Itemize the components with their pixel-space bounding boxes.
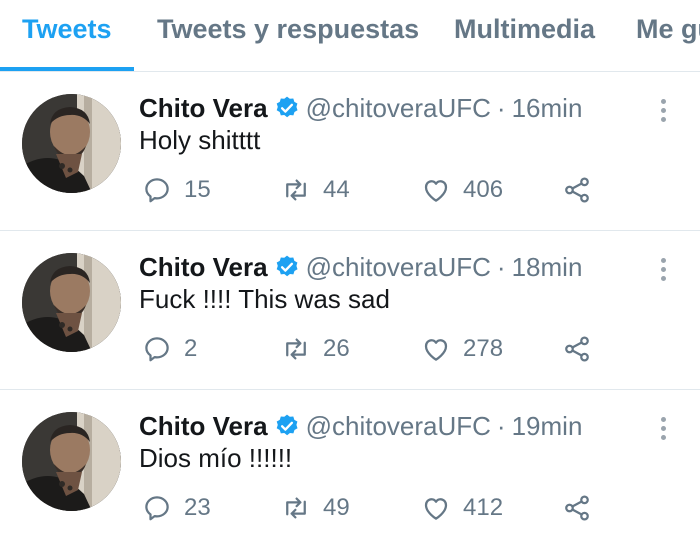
like-button[interactable]: 406 (421, 172, 503, 208)
timestamp[interactable]: 18min (512, 252, 583, 283)
retweet-button[interactable]: 49 (281, 490, 350, 526)
tab-likes[interactable]: Me gusta (636, 14, 700, 45)
share-icon (565, 177, 589, 203)
avatar-image (22, 94, 121, 193)
reply-button[interactable]: 2 (142, 331, 197, 367)
avatar[interactable] (22, 94, 121, 193)
tweet-text: Fuck !!!! This was sad (139, 284, 390, 314)
share-icon (565, 495, 589, 521)
share-button[interactable] (562, 172, 592, 208)
separator-dot: · (496, 410, 506, 441)
reply-icon (145, 496, 169, 521)
tweet-text: Holy shitttt (139, 125, 261, 155)
author-name[interactable]: Chito Vera (139, 93, 268, 124)
like-count: 412 (463, 494, 504, 521)
tweet-header: Chito Vera @chitoveraUFC · 16min (139, 90, 582, 126)
heart-icon (424, 180, 448, 202)
like-button[interactable]: 412 (421, 490, 503, 526)
author-handle[interactable]: @chitoveraUFC (306, 411, 491, 442)
avatar-image (22, 412, 121, 511)
heart-icon (424, 498, 448, 520)
tweet-header: Chito Vera @chitoveraUFC · 19min (139, 408, 582, 444)
retweet-icon (286, 179, 306, 201)
retweet-count: 44 (323, 176, 350, 203)
tweet-header: Chito Vera @chitoveraUFC · 18min (139, 249, 582, 285)
retweet-count: 49 (323, 494, 350, 521)
heart-icon (424, 339, 448, 361)
author-name[interactable]: Chito Vera (139, 411, 268, 442)
reply-count: 15 (184, 176, 211, 203)
like-count: 278 (463, 335, 504, 362)
author-name[interactable]: Chito Vera (139, 252, 268, 283)
retweet-count: 26 (323, 335, 350, 362)
avatar-image (22, 253, 121, 352)
like-count: 406 (463, 176, 504, 203)
profile-tabs: Tweets Tweets y respuestas Multimedia Me… (0, 0, 700, 72)
avatar[interactable] (22, 253, 121, 352)
tweet-text: Dios mío !!!!!! (139, 443, 293, 473)
author-handle[interactable]: @chitoveraUFC (306, 252, 491, 283)
tweet-item[interactable]: Chito Vera @chitoveraUFC · 16min Holy sh… (0, 73, 700, 231)
share-button[interactable] (562, 490, 592, 526)
retweet-icon (286, 497, 306, 519)
reply-button[interactable]: 23 (142, 490, 211, 526)
reply-count: 2 (184, 335, 198, 362)
like-button[interactable]: 278 (421, 331, 503, 367)
reply-icon (145, 337, 169, 362)
reply-icon (145, 178, 169, 203)
avatar[interactable] (22, 412, 121, 511)
verified-badge-icon (276, 414, 298, 436)
separator-dot: · (496, 251, 506, 282)
share-button[interactable] (562, 331, 592, 367)
retweet-button[interactable]: 26 (281, 331, 350, 367)
verified-badge-icon (276, 255, 298, 277)
tab-tweets[interactable]: Tweets (22, 14, 112, 45)
more-options-icon[interactable] (654, 258, 672, 282)
separator-dot: · (496, 92, 506, 123)
tweet-item[interactable]: Chito Vera @chitoveraUFC · 19min Dios mí… (0, 391, 700, 546)
tweet-item[interactable]: Chito Vera @chitoveraUFC · 18min Fuck !!… (0, 232, 700, 390)
timestamp[interactable]: 16min (512, 93, 583, 124)
active-tab-indicator (0, 67, 134, 71)
retweet-icon (286, 338, 306, 360)
author-handle[interactable]: @chitoveraUFC (306, 93, 491, 124)
tab-media[interactable]: Multimedia (454, 14, 595, 45)
verified-badge-icon (276, 96, 298, 118)
share-icon (565, 336, 589, 362)
more-options-icon[interactable] (654, 417, 672, 441)
reply-count: 23 (184, 494, 211, 521)
retweet-button[interactable]: 44 (281, 172, 350, 208)
reply-button[interactable]: 15 (142, 172, 211, 208)
more-options-icon[interactable] (654, 99, 672, 123)
timestamp[interactable]: 19min (512, 411, 583, 442)
tab-tweets-replies[interactable]: Tweets y respuestas (157, 14, 419, 45)
